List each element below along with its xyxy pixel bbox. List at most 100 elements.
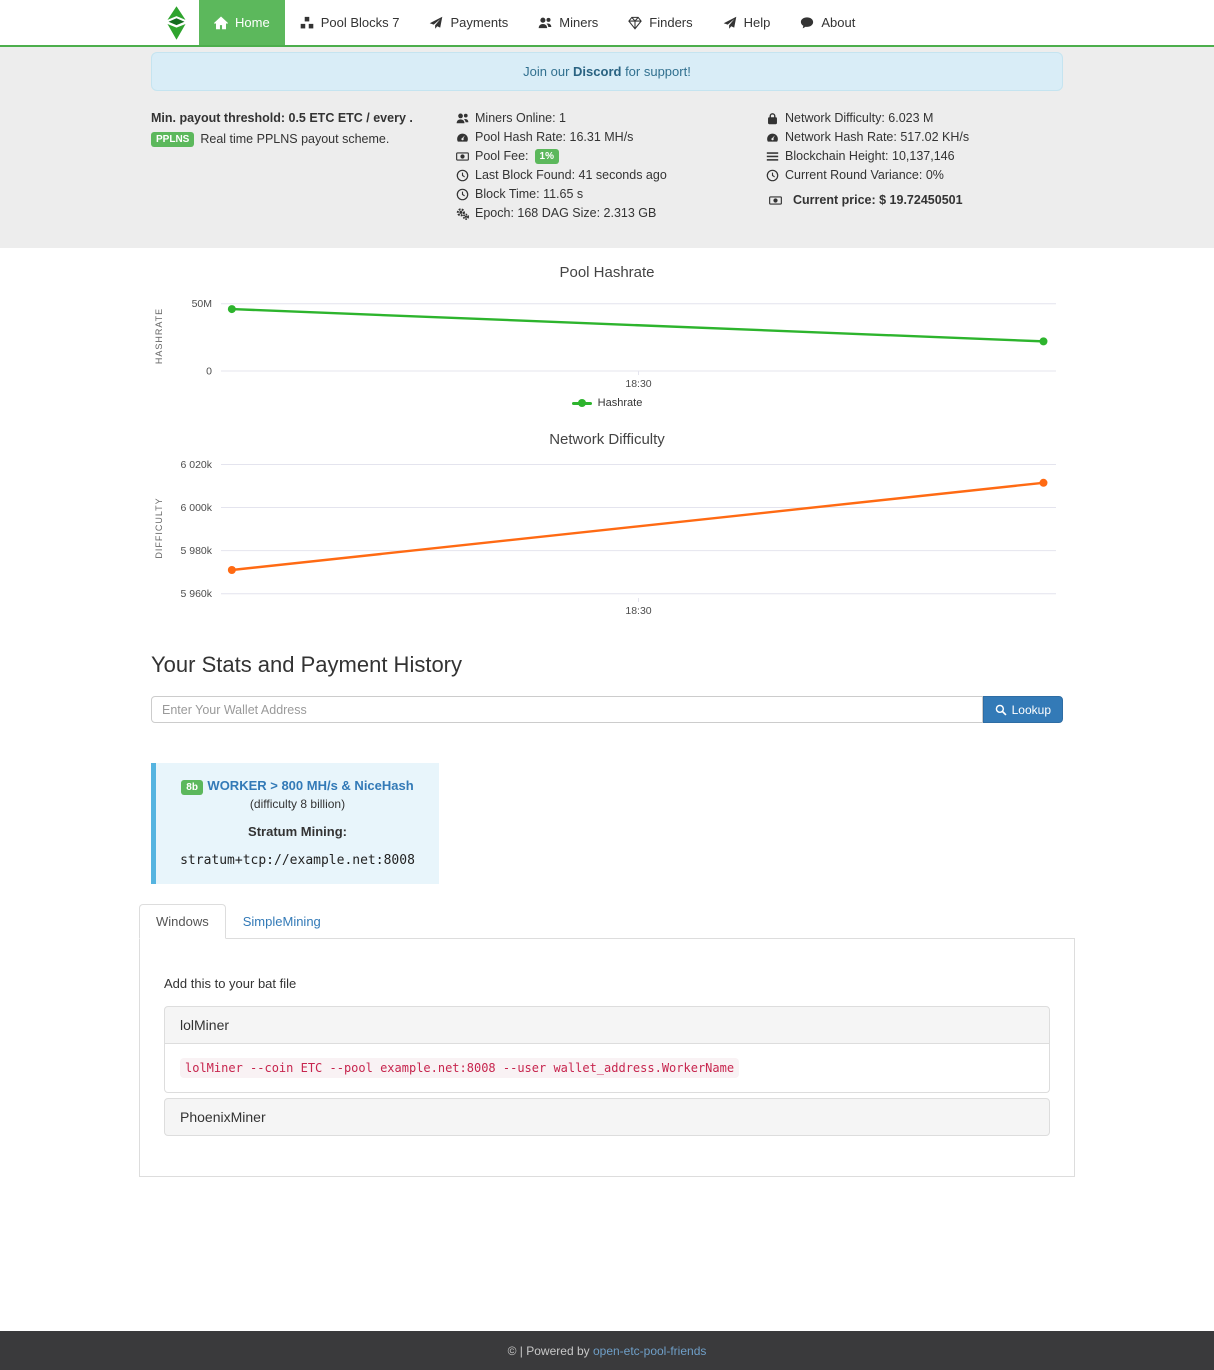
gauge-icon — [456, 131, 469, 144]
blocks-icon — [300, 16, 314, 30]
payout-threshold: Min. payout threshold: 0.5 ETC ETC / eve… — [151, 110, 456, 126]
svg-text:50M: 50M — [192, 298, 212, 310]
discord-link[interactable]: Discord — [573, 64, 621, 79]
pool-fee-label: Pool Fee: — [475, 148, 529, 164]
nav-label: About — [821, 15, 855, 30]
gauge-icon — [766, 131, 779, 144]
tab-windows[interactable]: Windows — [139, 904, 226, 939]
network-hash-rate: Network Hash Rate: 517.02 KH/s — [785, 129, 969, 145]
round-variance: Current Round Variance: 0% — [785, 167, 944, 183]
footer-text: © | Powered by — [508, 1344, 590, 1358]
worker-subtitle: (difficulty 8 billion) — [164, 797, 431, 811]
nav-item-about[interactable]: About — [785, 0, 870, 45]
bars-icon — [766, 150, 779, 163]
pool-stats: Min. payout threshold: 0.5 ETC ETC / eve… — [151, 110, 1063, 224]
nav-label: Finders — [649, 15, 692, 30]
bat-file-instruction: Add this to your bat file — [164, 976, 1050, 991]
money-icon — [768, 194, 783, 207]
nav-label: Home — [235, 15, 270, 30]
charts-section: Pool Hashrate 50M 0 18:30 HASHRATE Hashrate… — [151, 264, 1063, 622]
clock-icon — [456, 188, 469, 201]
pool-stats-column: Miners Online: 1 Pool Hash Rate: 16.31 M… — [456, 110, 766, 224]
network-difficulty-chart-title: Network Difficulty — [151, 431, 1063, 448]
lolminer-command: lolMiner --coin ETC --pool example.net:8… — [180, 1058, 739, 1078]
lock-icon — [766, 112, 779, 125]
help-plane-icon — [723, 16, 737, 30]
last-block-found: Last Block Found: 41 seconds ago — [475, 167, 667, 183]
difficulty-badge: 8b — [181, 780, 203, 795]
nav-label: Pool Blocks 7 — [321, 15, 400, 30]
payout-scheme: Real time PPLNS payout scheme. — [200, 131, 389, 147]
worker-info-box: 8b WORKER > 800 MH/s & NiceHash (difficu… — [151, 763, 439, 884]
hashrate-legend[interactable]: Hashrate — [151, 397, 1063, 409]
lolminer-accordion-header[interactable]: lolMiner — [164, 1006, 1050, 1044]
lookup-button[interactable]: Lookup — [983, 696, 1063, 723]
phoenixminer-accordion-header[interactable]: PhoenixMiner — [164, 1098, 1050, 1136]
network-stats-column: Network Difficulty: 6.023 M Network Hash… — [766, 110, 1063, 224]
miner-config-panel: Add this to your bat file lolMiner lolMi… — [139, 939, 1075, 1177]
svg-text:18:30: 18:30 — [625, 378, 651, 389]
blockchain-height: Blockchain Height: 10,137,146 — [785, 148, 955, 164]
tab-simplemining[interactable]: SimpleMining — [226, 904, 338, 939]
current-price: Current price: $ 19.72450501 — [793, 192, 963, 208]
clock-icon — [766, 169, 779, 182]
header-section: Join our Discord for support! Min. payou… — [0, 47, 1214, 248]
nav-item-finders[interactable]: Finders — [613, 0, 707, 45]
svg-text:6 020k: 6 020k — [180, 459, 212, 471]
legend-marker — [572, 402, 592, 405]
epoch-dag: Epoch: 168 DAG Size: 2.313 GB — [475, 205, 656, 221]
nav-label: Payments — [450, 15, 508, 30]
paper-plane-icon — [429, 16, 443, 30]
os-tabs: Windows SimpleMining Add this to your ba… — [151, 904, 1063, 1177]
network-difficulty: Network Difficulty: 6.023 M — [785, 110, 933, 126]
svg-text:5 960k: 5 960k — [180, 588, 212, 600]
pool-fee-badge: 1% — [535, 149, 559, 164]
search-icon — [995, 704, 1007, 716]
svg-text:HASHRATE: HASHRATE — [154, 308, 164, 364]
nav-item-pool-blocks[interactable]: Pool Blocks 7 — [285, 0, 415, 45]
cogs-icon — [456, 207, 469, 220]
lookup-heading: Your Stats and Payment History — [151, 652, 1063, 678]
pool-hashrate-chart-title: Pool Hashrate — [151, 264, 1063, 281]
nav-label: Help — [744, 15, 771, 30]
clock-icon — [456, 169, 469, 182]
nav-label: Miners — [559, 15, 598, 30]
lookup-button-label: Lookup — [1012, 703, 1051, 717]
svg-text:6 000k: 6 000k — [180, 502, 212, 514]
svg-text:0: 0 — [206, 366, 212, 378]
comment-icon — [800, 16, 814, 30]
discord-banner: Join our Discord for support! — [151, 52, 1063, 91]
footer-link[interactable]: open-etc-pool-friends — [593, 1344, 706, 1358]
etc-logo[interactable] — [166, 0, 199, 45]
footer: © | Powered by open-etc-pool-friends — [0, 1331, 1214, 1370]
users-icon — [456, 112, 469, 125]
banner-text: for support! — [621, 64, 690, 79]
gem-icon — [628, 16, 642, 30]
stratum-url: stratum+tcp://example.net:8008 — [164, 853, 431, 868]
nav-item-help[interactable]: Help — [708, 0, 786, 45]
miners-online: Miners Online: 1 — [475, 110, 566, 126]
pool-hashrate-chart: 50M 0 18:30 HASHRATE — [151, 289, 1063, 389]
svg-text:5 980k: 5 980k — [180, 545, 212, 557]
home-icon — [214, 16, 228, 30]
lookup-section: Your Stats and Payment History Lookup 8b… — [151, 652, 1063, 1177]
nav-item-payments[interactable]: Payments — [414, 0, 523, 45]
miners-icon — [538, 16, 552, 30]
lolminer-accordion-body: lolMiner --coin ETC --pool example.net:8… — [164, 1044, 1050, 1093]
legend-label: Hashrate — [598, 397, 643, 409]
svg-text:18:30: 18:30 — [625, 605, 651, 617]
block-time: Block Time: 11.65 s — [475, 186, 583, 202]
spacer — [0, 1177, 1214, 1331]
pool-hash-rate: Pool Hash Rate: 16.31 MH/s — [475, 129, 633, 145]
nav-item-home[interactable]: Home — [199, 0, 285, 45]
top-navbar: Home Pool Blocks 7 Payments Miners Finde… — [0, 0, 1214, 47]
banner-text: Join our — [523, 64, 573, 79]
wallet-address-input[interactable] — [151, 696, 983, 723]
card-icon — [456, 150, 469, 163]
worker-title: WORKER > 800 MH/s & NiceHash — [207, 778, 413, 793]
payout-column: Min. payout threshold: 0.5 ETC ETC / eve… — [151, 110, 456, 224]
nav-item-miners[interactable]: Miners — [523, 0, 613, 45]
network-difficulty-chart: 6 020k 6 000k 5 980k 5 960k 18:30 DIFFICULTY — [151, 456, 1063, 622]
svg-text:DIFFICULTY: DIFFICULTY — [154, 497, 164, 558]
stratum-label: Stratum Mining: — [164, 824, 431, 839]
